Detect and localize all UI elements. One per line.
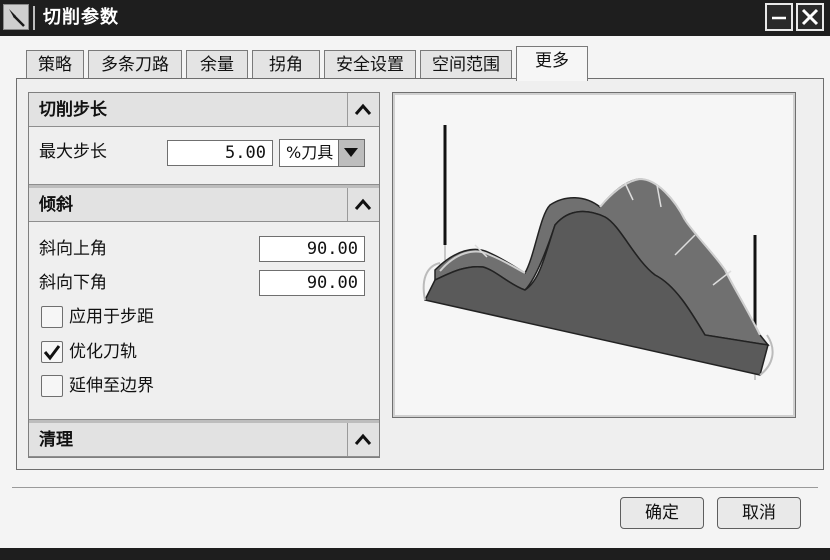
tab-label: 策略 (38, 55, 72, 75)
section-title: 切削步长 (39, 100, 107, 120)
collapse-button[interactable] (347, 93, 379, 126)
section-body-slope: 斜向上角 90.00 斜向下角 90.00 应用于步距 优化刀轨 延伸至边界 (29, 222, 379, 420)
minimize-icon (772, 16, 786, 20)
tab-label: 空间范围 (432, 55, 500, 75)
slope-up-input[interactable]: 90.00 (259, 236, 365, 262)
footer-separator (12, 487, 818, 488)
title-bar: 切削参数 (0, 0, 830, 36)
tab-label: 多条刀路 (101, 55, 169, 75)
tab-label: 安全设置 (336, 55, 404, 75)
collapse-button[interactable] (347, 188, 379, 221)
chevron-up-icon (354, 433, 372, 445)
chevron-up-icon (354, 103, 372, 115)
tab-corners[interactable]: 拐角 (252, 50, 320, 80)
close-button[interactable] (796, 3, 824, 31)
tool-icon[interactable] (3, 4, 29, 30)
apply-to-stepover-label: 应用于步距 (69, 307, 154, 327)
minimize-button[interactable] (765, 3, 793, 31)
section-header-cleanup[interactable]: 清理 (29, 423, 379, 457)
window-title: 切削参数 (43, 7, 119, 28)
max-step-input[interactable]: 5.00 (167, 140, 273, 166)
dialog-window: 切削参数 策略 多条刀路 余量 拐角 安全设置 空间范围 更多 切削步长 最大步… (0, 0, 830, 560)
optimize-toolpath-label: 优化刀轨 (69, 342, 137, 362)
slope-down-input[interactable]: 90.00 (259, 270, 365, 296)
triangle-down-icon (344, 148, 358, 157)
tab-label: 余量 (200, 55, 234, 75)
ok-button[interactable]: 确定 (620, 497, 704, 529)
dropdown-button[interactable] (338, 140, 364, 166)
max-step-unit-select[interactable]: %刀具 (279, 139, 365, 167)
tab-label: 拐角 (269, 55, 303, 75)
title-separator (33, 6, 35, 30)
close-icon (801, 8, 819, 26)
preview-frame (392, 92, 796, 418)
section-header-slope[interactable]: 倾斜 (29, 188, 379, 222)
tab-safety[interactable]: 安全设置 (324, 50, 416, 80)
chevron-up-icon (354, 198, 372, 210)
extend-to-boundary-checkbox[interactable] (41, 375, 63, 397)
tab-label: 更多 (535, 51, 569, 71)
tab-stock[interactable]: 余量 (186, 50, 248, 80)
part-illustration (422, 125, 774, 380)
extend-to-boundary-label: 延伸至边界 (69, 376, 154, 396)
section-title: 倾斜 (39, 195, 73, 215)
tab-spatial-range[interactable]: 空间范围 (420, 50, 512, 80)
parameter-groups: 切削步长 最大步长 5.00 %刀具 倾斜 斜向上角 90.00 斜向下角 90… (28, 92, 380, 458)
tab-multiple-passes[interactable]: 多条刀路 (88, 50, 182, 80)
section-header-cut-step[interactable]: 切削步长 (29, 93, 379, 127)
max-step-label: 最大步长 (39, 142, 107, 162)
optimize-toolpath-checkbox[interactable] (41, 341, 63, 363)
checkmark-icon (43, 345, 61, 361)
section-body-cut-step: 最大步长 5.00 %刀具 (29, 127, 379, 185)
tab-strategy[interactable]: 策略 (26, 50, 84, 80)
slope-down-label: 斜向下角 (39, 273, 107, 293)
tab-more[interactable]: 更多 (516, 46, 588, 81)
unit-value: %刀具 (286, 143, 334, 162)
slope-up-label: 斜向上角 (39, 239, 107, 259)
collapse-button[interactable] (347, 423, 379, 456)
section-title: 清理 (39, 430, 73, 450)
preview-image (395, 95, 793, 415)
window-bottom-border (0, 548, 830, 560)
cancel-button[interactable]: 取消 (717, 497, 801, 529)
apply-to-stepover-checkbox[interactable] (41, 306, 63, 328)
